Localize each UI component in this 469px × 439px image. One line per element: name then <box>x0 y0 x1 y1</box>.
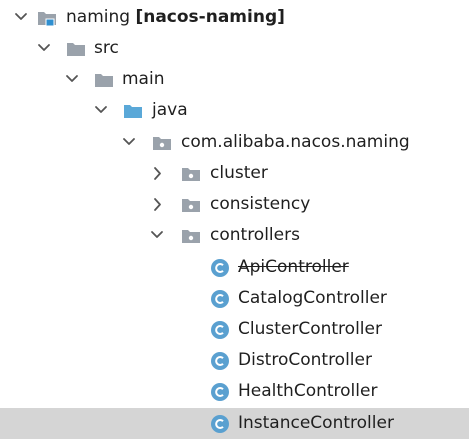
module-folder-icon <box>37 8 57 28</box>
tree-row-label: ClusterController <box>238 319 382 339</box>
class-icon <box>210 258 230 278</box>
tree-row-label: HealthController <box>238 381 378 401</box>
chevron-right-icon[interactable] <box>149 158 165 189</box>
class-icon <box>210 289 230 309</box>
class-icon <box>210 414 230 434</box>
tree-row-controllers[interactable]: controllers <box>0 220 469 251</box>
tree-row-naming-module[interactable]: naming [nacos-naming] <box>0 2 469 33</box>
class-icon <box>210 382 230 402</box>
tree-row-src[interactable]: src <box>0 33 469 64</box>
package-icon <box>181 164 201 184</box>
tree-row-consistency[interactable]: consistency <box>0 189 469 220</box>
package-icon <box>181 195 201 215</box>
chevron-down-icon[interactable] <box>149 220 165 251</box>
chevron-right-icon[interactable] <box>149 189 165 220</box>
tree-row-label: ApiController <box>238 257 349 277</box>
tree-row-label: CatalogController <box>238 288 387 308</box>
tree-row-label: InstanceController <box>238 413 394 433</box>
module-folder-name: naming <box>66 7 131 27</box>
tree-row-class-selected[interactable]: InstanceController <box>0 408 469 439</box>
tree-row-cluster[interactable]: cluster <box>0 158 469 189</box>
tree-row-label: src <box>94 38 119 58</box>
tree-row-label: DistroController <box>238 350 372 370</box>
class-icon <box>210 351 230 371</box>
tree-row-label: controllers <box>210 225 300 245</box>
tree-row-label: com.alibaba.nacos.naming <box>181 132 410 152</box>
tree-row-class[interactable]: DistroController <box>0 345 469 376</box>
tree-row-java[interactable]: java <box>0 95 469 126</box>
tree-row-class[interactable]: ClusterController <box>0 314 469 345</box>
tree-row-package-root[interactable]: com.alibaba.nacos.naming <box>0 127 469 158</box>
tree-row-class[interactable]: HealthController <box>0 376 469 407</box>
tree-row-label: java <box>152 100 188 120</box>
chevron-down-icon[interactable] <box>64 64 80 95</box>
class-icon <box>210 320 230 340</box>
folder-icon <box>94 70 114 90</box>
package-icon <box>181 226 201 246</box>
tree-row-main[interactable]: main <box>0 64 469 95</box>
source-root-folder-icon <box>123 101 143 121</box>
package-icon <box>152 133 172 153</box>
tree-row-class[interactable]: ApiController <box>0 252 469 283</box>
chevron-down-icon[interactable] <box>36 33 52 64</box>
chevron-down-icon[interactable] <box>121 127 137 158</box>
folder-icon <box>66 39 86 59</box>
module-name: [nacos-naming] <box>135 7 285 27</box>
tree-row-label: consistency <box>210 194 311 214</box>
tree-row-label: main <box>122 69 165 89</box>
chevron-down-icon[interactable] <box>93 95 109 126</box>
chevron-down-icon[interactable] <box>13 2 29 33</box>
tree-row-class[interactable]: CatalogController <box>0 283 469 314</box>
tree-row-label: naming [nacos-naming] <box>66 2 285 33</box>
project-tree: naming [nacos-naming] src main java com.… <box>0 0 469 439</box>
tree-row-label: cluster <box>210 163 268 183</box>
